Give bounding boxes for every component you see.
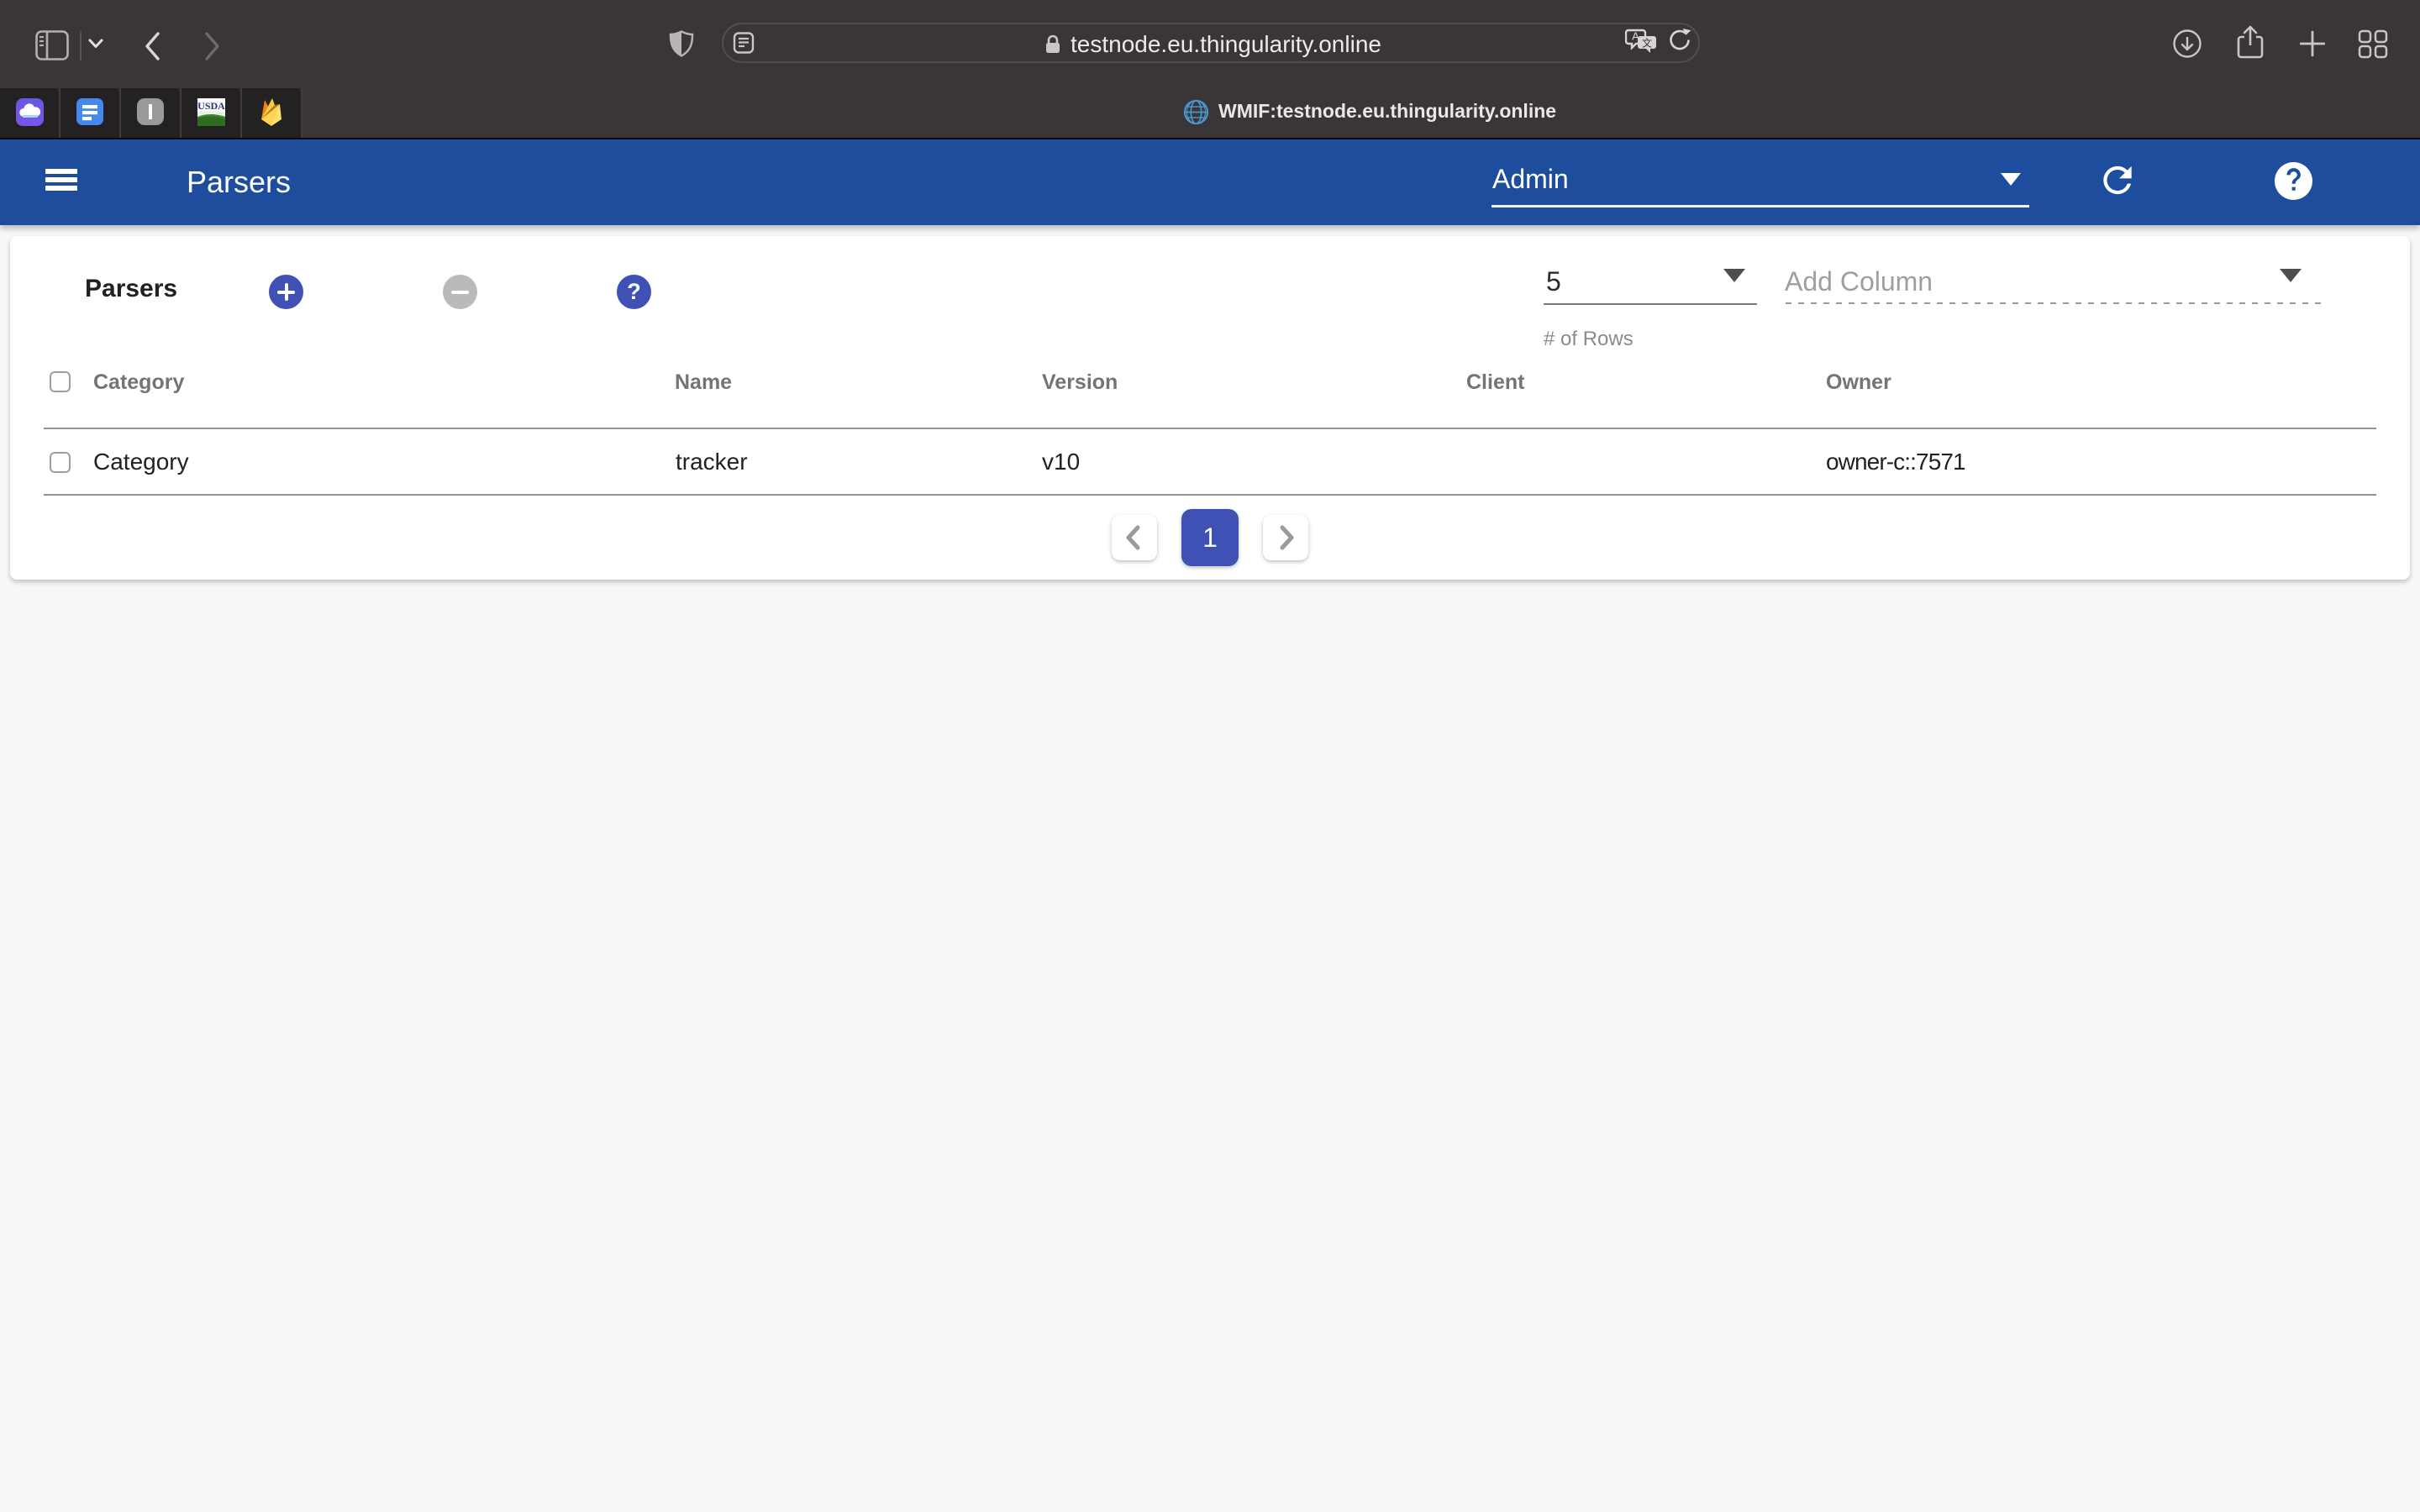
svg-text:文: 文 (1642, 37, 1652, 50)
svg-text:USDA: USDA (197, 100, 225, 112)
